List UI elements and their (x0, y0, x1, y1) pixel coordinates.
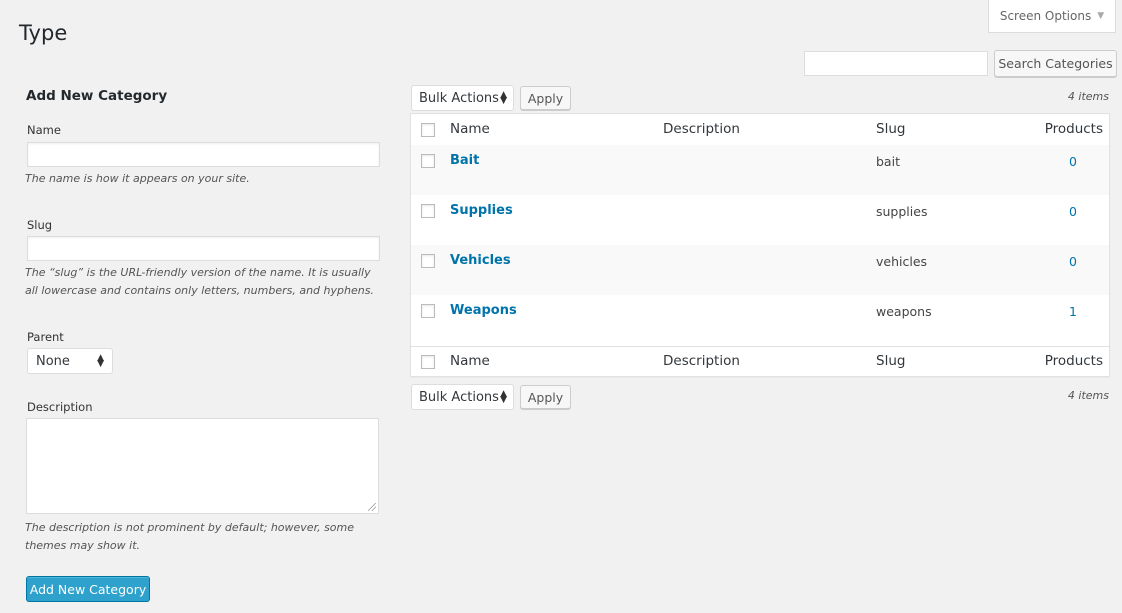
category-products-count[interactable]: 0 (1069, 254, 1077, 269)
bulk-actions-select-bottom[interactable]: Bulk Actions ▲ ▼ (411, 384, 514, 410)
items-count-bottom: 4 items (1067, 389, 1109, 402)
caret-down-icon: ▼ (1097, 11, 1105, 21)
column-header-slug[interactable]: Slug (876, 121, 905, 137)
column-footer-slug[interactable]: Slug (876, 353, 905, 369)
select-arrows-icon: ▲ ▼ (97, 353, 104, 369)
category-slug: supplies (876, 204, 928, 219)
column-header-description[interactable]: Description (663, 121, 740, 137)
column-footer-products[interactable]: Products (1045, 353, 1103, 369)
select-arrows-icon: ▲ ▼ (500, 389, 507, 405)
column-header-products[interactable]: Products (1045, 121, 1103, 137)
category-name-link[interactable]: Bait (450, 153, 479, 168)
row-checkbox[interactable] (421, 204, 435, 218)
category-products-count[interactable]: 0 (1069, 204, 1077, 219)
add-new-category-button[interactable]: Add New Category (26, 576, 150, 602)
column-footer-name[interactable]: Name (450, 353, 490, 369)
column-header-name[interactable]: Name (450, 121, 490, 137)
apply-button-top[interactable]: Apply (520, 86, 571, 110)
category-slug: weapons (876, 304, 932, 319)
category-products-count[interactable]: 0 (1069, 154, 1077, 169)
category-name-link[interactable]: Vehicles (450, 253, 511, 268)
table-row: Supplies supplies 0 (411, 195, 1109, 245)
table-row: Vehicles vehicles 0 (411, 245, 1109, 295)
table-footer-row: Name Description Slug Products (411, 346, 1109, 378)
bulk-actions-label: Bulk Actions (419, 389, 499, 405)
screen-options-toggle[interactable]: Screen Options ▼ (988, 0, 1116, 33)
slug-help-text: The “slug” is the URL-friendly version o… (25, 266, 374, 297)
name-field[interactable] (27, 142, 380, 167)
search-input[interactable] (804, 51, 988, 76)
slug-label: Slug (27, 218, 53, 232)
bulk-actions-label: Bulk Actions (419, 90, 499, 106)
name-label: Name (27, 123, 61, 137)
items-count-top: 4 items (1067, 90, 1109, 103)
category-name-link[interactable]: Supplies (450, 203, 513, 218)
select-all-checkbox[interactable] (421, 123, 435, 137)
parent-select-value: None (36, 353, 70, 369)
screen-options-label: Screen Options (999, 9, 1092, 23)
select-arrows-icon: ▲ ▼ (500, 90, 507, 106)
apply-button-bottom[interactable]: Apply (520, 385, 571, 409)
bulk-actions-select-top[interactable]: Bulk Actions ▲ ▼ (411, 85, 514, 111)
category-slug: vehicles (876, 254, 928, 269)
description-label: Description (27, 400, 93, 414)
parent-select[interactable]: None ▲ ▼ (27, 348, 113, 374)
description-textarea[interactable] (26, 418, 379, 514)
select-all-checkbox-footer[interactable] (421, 355, 435, 369)
search-categories-button[interactable]: Search Categories (994, 50, 1117, 77)
description-help-text: The description is not prominent by defa… (25, 521, 355, 552)
row-checkbox[interactable] (421, 304, 435, 318)
slug-field[interactable] (27, 236, 380, 261)
column-footer-description[interactable]: Description (663, 353, 740, 369)
page-title: Type (19, 21, 68, 45)
category-slug: bait (876, 154, 900, 169)
row-checkbox[interactable] (421, 254, 435, 268)
parent-label: Parent (27, 330, 64, 344)
row-checkbox[interactable] (421, 154, 435, 168)
category-products-count[interactable]: 1 (1069, 304, 1077, 319)
resize-handle-icon[interactable] (368, 503, 376, 511)
table-header-row: Name Description Slug Products (411, 114, 1109, 146)
category-name-link[interactable]: Weapons (450, 303, 517, 318)
table-row: Bait bait 0 (411, 145, 1109, 195)
categories-table: Name Description Slug Products Bait bait… (410, 113, 1110, 377)
name-help-text: The name is how it appears on your site. (25, 172, 250, 185)
table-row: Weapons weapons 1 (411, 295, 1109, 346)
add-category-heading: Add New Category (26, 88, 168, 104)
